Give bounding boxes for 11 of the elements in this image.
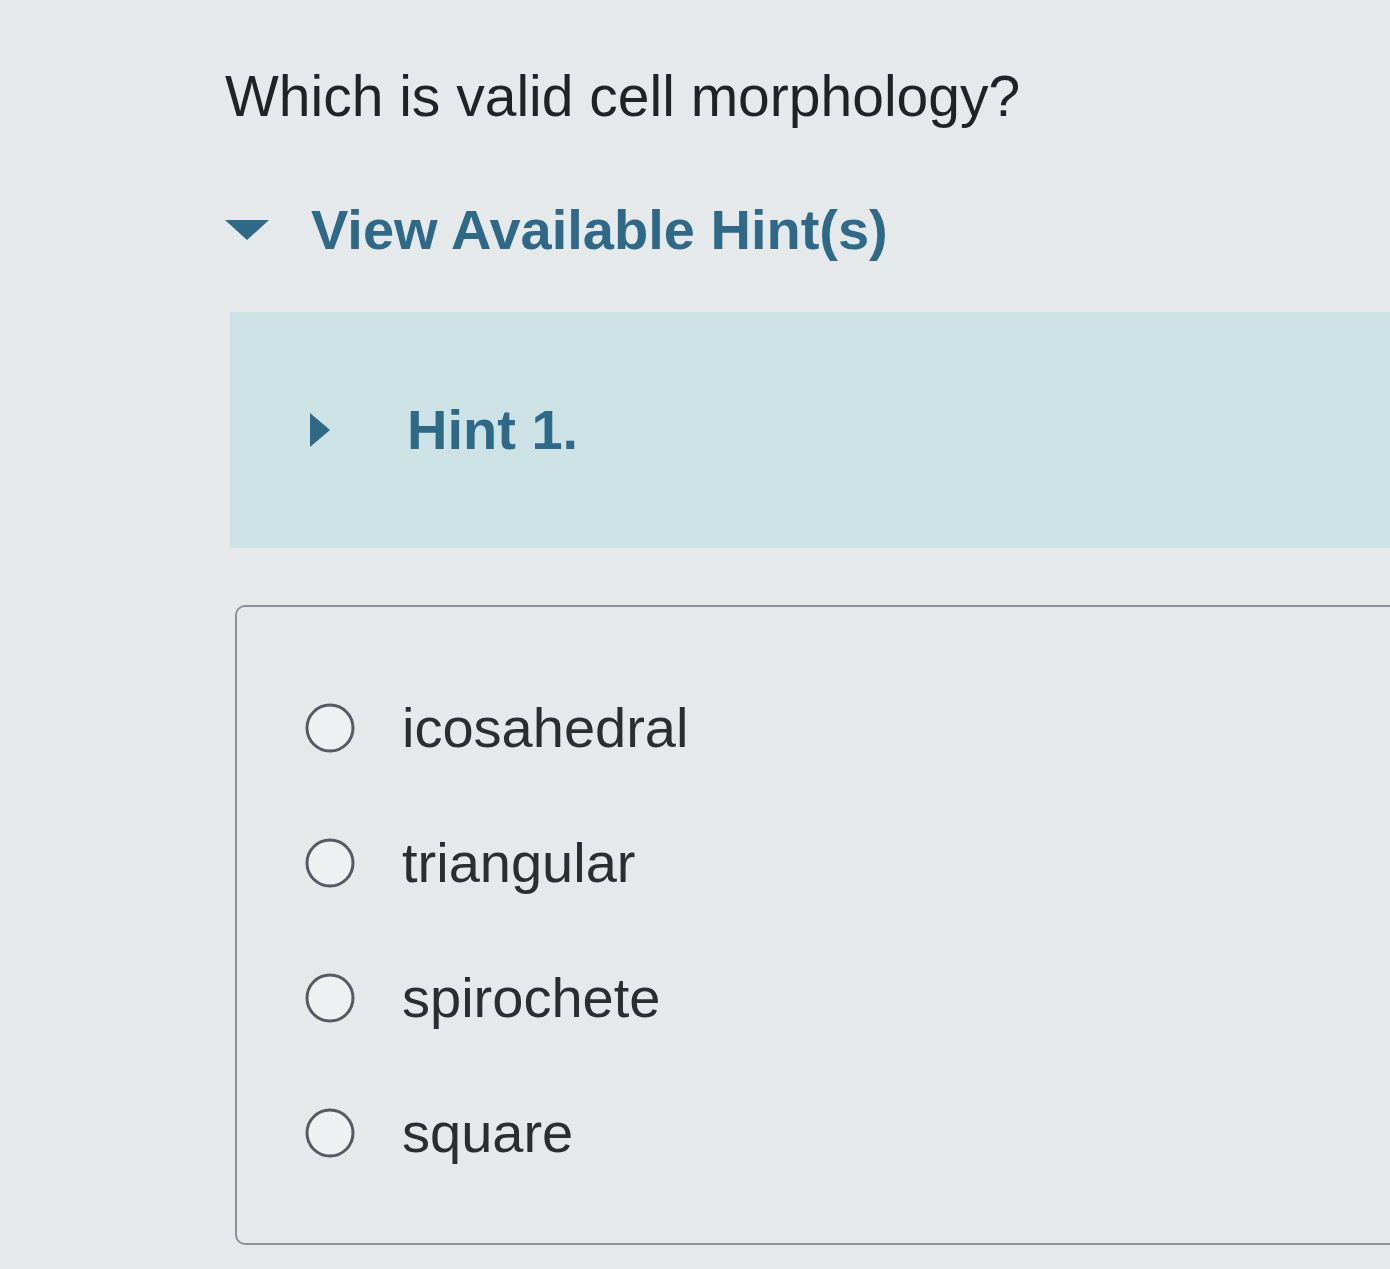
option-label[interactable]: spirochete	[402, 963, 661, 1032]
radio-button[interactable]	[305, 1107, 355, 1158]
hint-toggle[interactable]: Hint 1.	[310, 396, 579, 464]
radio-button[interactable]	[305, 972, 355, 1023]
option-label[interactable]: triangular	[402, 828, 636, 897]
option-label[interactable]: square	[402, 1098, 574, 1167]
question-text: Which is valid cell morphology?	[225, 63, 1021, 130]
view-hints-toggle[interactable]: View Available Hint(s)	[225, 196, 888, 264]
radio-button[interactable]	[305, 702, 355, 753]
radio-button[interactable]	[305, 837, 355, 888]
option-label[interactable]: icosahedral	[402, 693, 689, 762]
